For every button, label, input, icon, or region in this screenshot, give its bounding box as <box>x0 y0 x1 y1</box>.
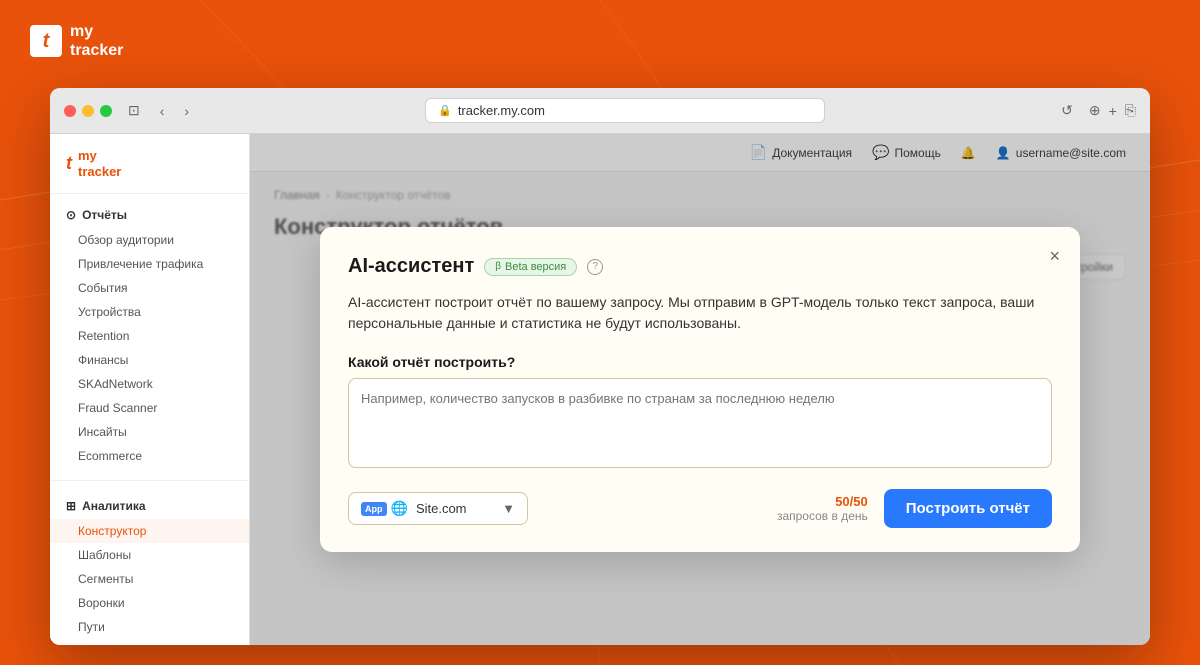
modal-overlay: AI-ассистент β Beta версия ? × AI-ассист… <box>250 134 1150 645</box>
sidebar-item-constructor[interactable]: Конструктор <box>50 519 249 543</box>
sidebar-item-skadnetwork[interactable]: SKAdNetwork <box>50 372 249 396</box>
sidebar-item-audience[interactable]: Обзор аудитории <box>50 228 249 252</box>
app-selector-dropdown[interactable]: App 🌐 Site.com ▼ <box>348 492 528 525</box>
browser-content: t my tracker ⊙ Отчёты Обзор аудитории Пр… <box>50 134 1150 645</box>
analytics-icon: ⊞ <box>66 499 76 513</box>
sidebar-item-templates[interactable]: Шаблоны <box>50 543 249 567</box>
sidebar-item-computed[interactable]: Вычисляемые метрики <box>50 639 249 645</box>
app-name: Site.com <box>416 501 467 516</box>
minimize-traffic-light[interactable] <box>82 105 94 117</box>
modal-footer: App 🌐 Site.com ▼ 50/50 запросов в день <box>348 489 1052 528</box>
reload-button[interactable]: ↺ <box>1057 100 1077 121</box>
top-logo: t my tracker <box>30 22 123 60</box>
reports-icon: ⊙ <box>66 208 76 222</box>
maximize-traffic-light[interactable] <box>100 105 112 117</box>
browser-window: ⊡ ‹ › 🔒 tracker.my.com ↺ ⊕ + ⎘ t my trac… <box>50 88 1150 645</box>
footer-right: 50/50 запросов в день Построить отчёт <box>777 489 1052 528</box>
sidebar-item-paths[interactable]: Пути <box>50 615 249 639</box>
modal-description: AI-ассистент построит отчёт по вашему за… <box>348 292 1052 334</box>
sidebar-section-reports: ⊙ Отчёты Обзор аудитории Привлечение тра… <box>50 194 249 476</box>
beta-badge: β Beta версия <box>484 258 577 276</box>
logo-text: my tracker <box>70 22 123 60</box>
extensions-icon[interactable]: ⊕ <box>1089 102 1101 119</box>
share-icon[interactable]: ⎘ <box>1125 102 1136 119</box>
sidebar-item-retention[interactable]: Retention <box>50 324 249 348</box>
sidebar-item-segments[interactable]: Сегменты <box>50 567 249 591</box>
main-area: 📄 Документация 💬 Помощь 🔔 👤 username@sit… <box>250 134 1150 645</box>
close-traffic-light[interactable] <box>64 105 76 117</box>
sidebar: t my tracker ⊙ Отчёты Обзор аудитории Пр… <box>50 134 250 645</box>
sidebar-item-funnels[interactable]: Воронки <box>50 591 249 615</box>
beta-icon: β <box>495 261 501 272</box>
modal-title: AI-ассистент <box>348 255 474 278</box>
quota-info: 50/50 запросов в день <box>777 494 868 523</box>
sidebar-item-events[interactable]: События <box>50 276 249 300</box>
logo-icon: t <box>30 25 62 57</box>
sidebar-divider-1 <box>50 480 249 481</box>
sidebar-item-traffic[interactable]: Привлечение трафика <box>50 252 249 276</box>
sidebar-section-analytics: ⊞ Аналитика Конструктор Шаблоны Сегменты… <box>50 485 249 645</box>
app-icon: App <box>361 502 387 516</box>
back-button[interactable]: ‹ <box>156 101 169 121</box>
modal-question-label: Какой отчёт построить? <box>348 354 1052 370</box>
quota-label: запросов в день <box>777 509 868 523</box>
app-globe-icon: 🌐 <box>391 500 408 517</box>
dropdown-arrow-icon: ▼ <box>502 501 515 516</box>
tab-view-button[interactable]: ⊡ <box>124 100 144 121</box>
sidebar-item-fraud[interactable]: Fraud Scanner <box>50 396 249 420</box>
browser-actions: ⊕ + ⎘ <box>1089 102 1136 119</box>
new-tab-icon[interactable]: + <box>1109 103 1117 119</box>
sidebar-item-finance[interactable]: Финансы <box>50 348 249 372</box>
url-text: tracker.my.com <box>458 103 545 118</box>
sidebar-item-insights[interactable]: Инсайты <box>50 420 249 444</box>
sidebar-item-devices[interactable]: Устройства <box>50 300 249 324</box>
sidebar-logo-text: my tracker <box>78 148 121 179</box>
browser-chrome: ⊡ ‹ › 🔒 tracker.my.com ↺ ⊕ + ⎘ <box>50 88 1150 134</box>
sidebar-logo-icon: t <box>66 153 72 174</box>
sidebar-logo: t my tracker <box>50 134 249 194</box>
sidebar-header-analytics: ⊞ Аналитика <box>50 493 249 519</box>
modal-header: AI-ассистент β Beta версия ? <box>348 255 1052 278</box>
traffic-lights <box>64 105 112 117</box>
sidebar-header-reports: ⊙ Отчёты <box>50 202 249 228</box>
sidebar-item-ecommerce[interactable]: Ecommerce <box>50 444 249 468</box>
help-circle-icon[interactable]: ? <box>587 259 603 275</box>
ai-assistant-modal: AI-ассистент β Beta версия ? × AI-ассист… <box>320 227 1080 552</box>
report-query-input[interactable] <box>348 378 1052 468</box>
address-bar[interactable]: 🔒 tracker.my.com <box>425 98 825 123</box>
quota-number: 50/50 <box>777 494 868 509</box>
app-icon-wrapper: App 🌐 <box>361 500 408 517</box>
build-report-button[interactable]: Построить отчёт <box>884 489 1052 528</box>
lock-icon: 🔒 <box>438 104 452 117</box>
forward-button[interactable]: › <box>180 101 193 121</box>
modal-close-button[interactable]: × <box>1045 243 1064 269</box>
